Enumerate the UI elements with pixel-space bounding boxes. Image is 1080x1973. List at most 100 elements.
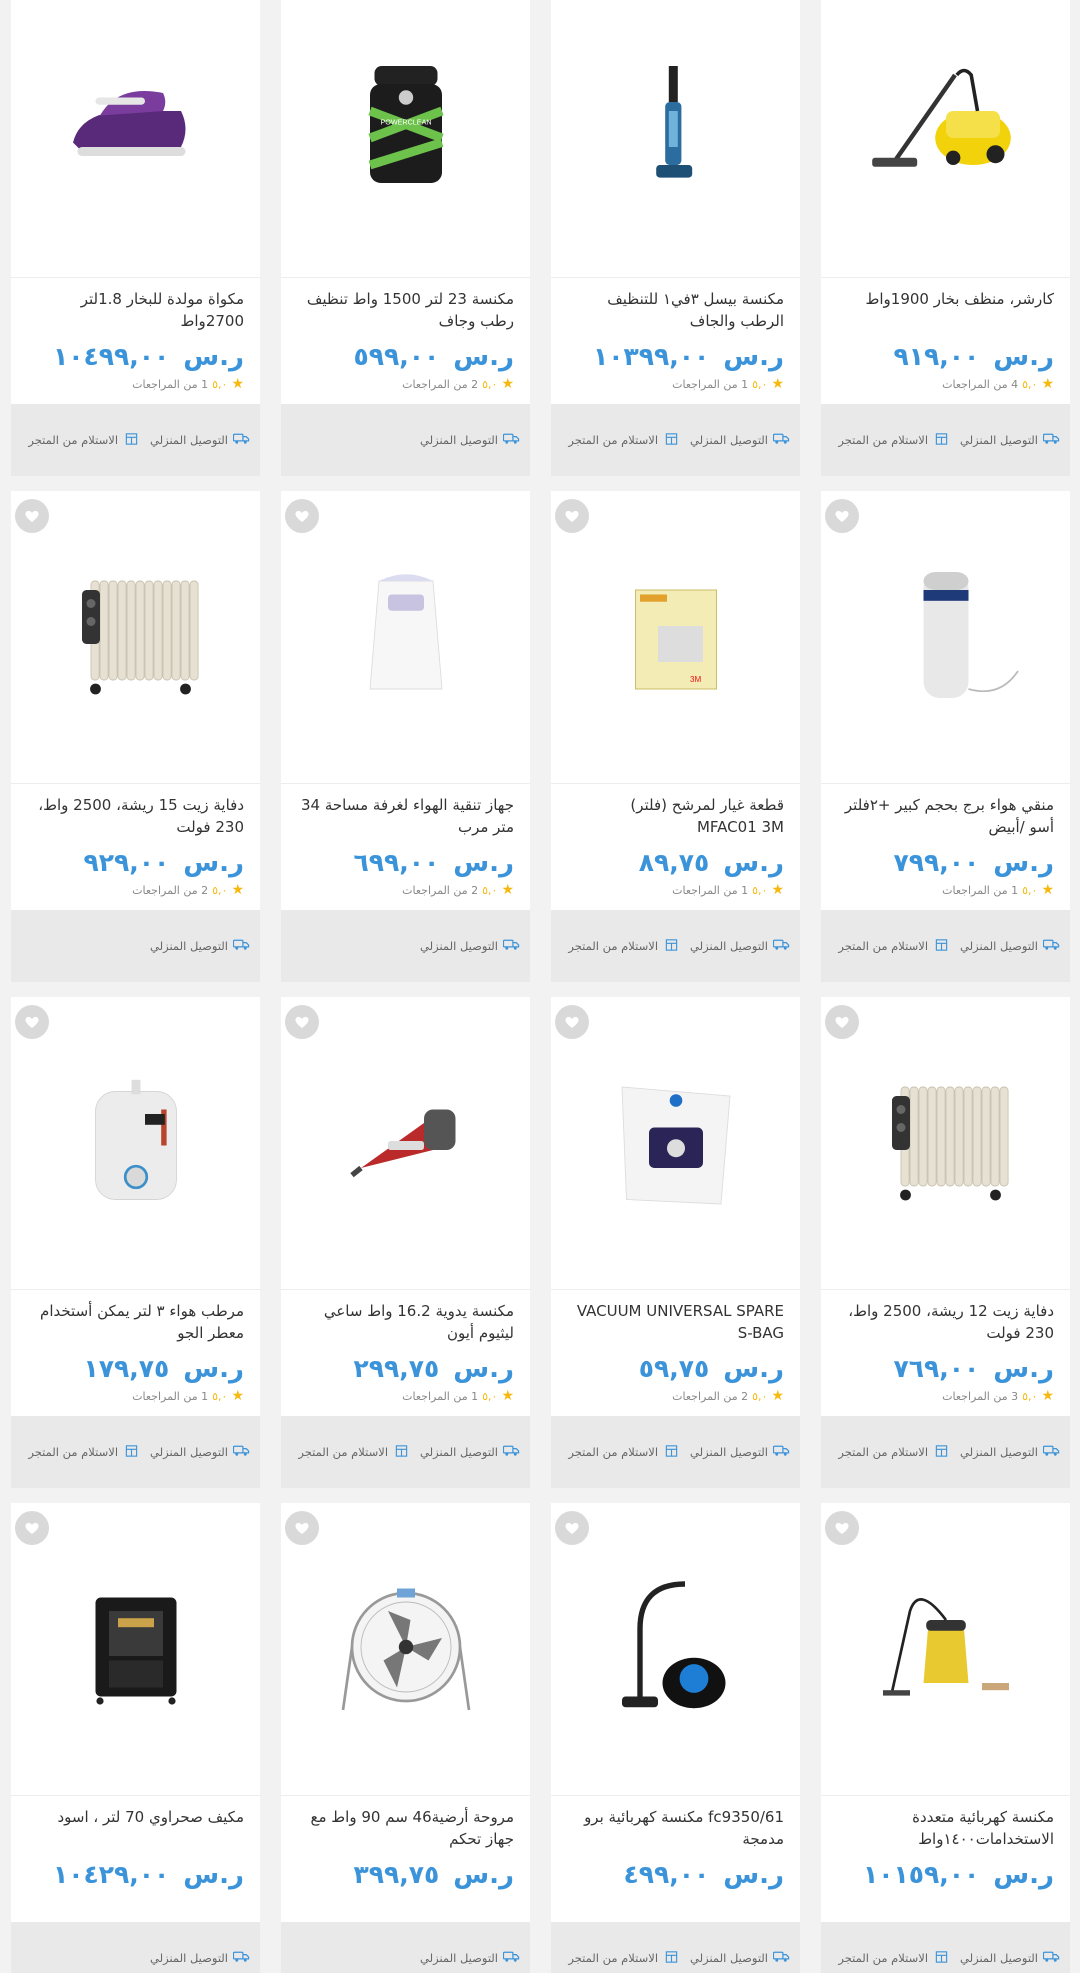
product-card[interactable]: POWERCLEAN مكنسة 23 لتر 1500 واط تنظيف رط… bbox=[281, 0, 530, 476]
product-image[interactable] bbox=[586, 1066, 766, 1220]
wishlist-heart-icon[interactable] bbox=[825, 1511, 859, 1545]
product-image[interactable] bbox=[46, 560, 226, 714]
product-image-area[interactable] bbox=[11, 997, 260, 1290]
product-card[interactable]: دفاية زيت 12 ريشة، 2500 واط، 230 فولت ر.س… bbox=[821, 997, 1070, 1488]
store-icon bbox=[393, 1444, 410, 1460]
product-image-area[interactable] bbox=[821, 0, 1070, 278]
product-price: ر.س ٥٩٩,٠٠ bbox=[297, 342, 514, 372]
product-title[interactable]: جهاز تنقية الهواء لغرفة مساحة 34 متر مرب bbox=[297, 794, 514, 840]
product-image-area[interactable] bbox=[821, 1503, 1070, 1796]
delivery-label: التوصيل المنزلي bbox=[150, 433, 228, 447]
product-card[interactable]: مكنسة بيسل ٣في١ للتنظيف الرطب والجاف ر.س ١… bbox=[551, 0, 800, 476]
product-image[interactable]: 3M bbox=[586, 560, 766, 714]
product-info: مكيف صحراوي 70 لتر ، اسود ر.س ١٠٤٢٩,٠٠ bbox=[11, 1796, 260, 1922]
wishlist-heart-icon[interactable] bbox=[825, 499, 859, 533]
product-image-area[interactable] bbox=[281, 997, 530, 1290]
product-image[interactable] bbox=[856, 1066, 1036, 1220]
product-image-area[interactable] bbox=[821, 997, 1070, 1290]
product-card[interactable]: fc9350/61 مكنسة كهربائية برو مدمجة ر.س ٤٩٩… bbox=[551, 1503, 800, 1973]
product-image-area[interactable]: 3M bbox=[551, 491, 800, 784]
product-image-area[interactable] bbox=[551, 0, 800, 278]
truck-icon bbox=[1042, 939, 1060, 954]
wishlist-heart-icon[interactable] bbox=[555, 499, 589, 533]
fulfillment-options: التوصيل المنزلي bbox=[281, 910, 530, 982]
wishlist-heart-icon[interactable] bbox=[285, 499, 319, 533]
product-card[interactable]: مكيف صحراوي 70 لتر ، اسود ر.س ١٠٤٢٩,٠٠ التو… bbox=[11, 1503, 260, 1973]
currency-label: ر.س bbox=[453, 342, 514, 372]
wishlist-heart-icon[interactable] bbox=[285, 1511, 319, 1545]
product-image[interactable] bbox=[316, 1066, 496, 1220]
wishlist-heart-icon[interactable] bbox=[15, 1511, 49, 1545]
product-image[interactable] bbox=[856, 560, 1036, 714]
product-rating: ★ ٥,٠ 1 من المراجعات bbox=[567, 376, 784, 392]
product-title[interactable]: دفاية زيت 12 ريشة، 2500 واط، 230 فولت bbox=[837, 1300, 1054, 1346]
wishlist-heart-icon[interactable] bbox=[285, 1005, 319, 1039]
product-card[interactable]: مرطب هواء ٣ لتر يمكن أستخدام معطر الجو ر.… bbox=[11, 997, 260, 1488]
home-delivery-option: التوصيل المنزلي bbox=[960, 433, 1060, 448]
product-title[interactable]: مكنسة بيسل ٣في١ للتنظيف الرطب والجاف bbox=[567, 288, 784, 334]
product-title[interactable]: مروحة أرضية46 سم 90 واط مع جهاز تحكم bbox=[297, 1806, 514, 1852]
product-image[interactable]: POWERCLEAN bbox=[316, 54, 496, 208]
product-price: ر.س ١٧٩,٧٥ bbox=[27, 1354, 244, 1384]
product-title[interactable]: مكيف صحراوي 70 لتر ، اسود bbox=[27, 1806, 244, 1852]
product-title[interactable]: دفاية زيت 15 ريشة، 2500 واط، 230 فولت bbox=[27, 794, 244, 840]
product-card[interactable]: مكواة مولدة للبخار 1.8لتر 2700واط ر.س ١٠٤٩… bbox=[11, 0, 260, 476]
price-value: ٧٦٩,٠٠ bbox=[893, 1354, 980, 1383]
product-card[interactable]: 3M قطعة غيار لمرشح (فلتر) MFAC01 3M ر.س ٨٩,… bbox=[551, 491, 800, 982]
product-image[interactable] bbox=[46, 1572, 226, 1726]
star-icon: ★ bbox=[771, 1388, 784, 1404]
product-card[interactable]: منقي هواء برج بحجم كبير +٢فلتر أسو /أبيض… bbox=[821, 491, 1070, 982]
product-title[interactable]: مكنسة 23 لتر 1500 واط تنظيف رطب وجاف bbox=[297, 288, 514, 334]
product-image[interactable] bbox=[46, 54, 226, 208]
product-image-area[interactable] bbox=[281, 1503, 530, 1796]
currency-label: ر.س bbox=[993, 342, 1054, 372]
wishlist-heart-icon[interactable] bbox=[555, 1005, 589, 1039]
product-card[interactable]: VACUUM UNIVERSAL SPARE S-BAG ر.س ٥٩,٧٥ ★ ٥,٠… bbox=[551, 997, 800, 1488]
product-rating: ★ ٥,٠ 4 من المراجعات bbox=[837, 376, 1054, 392]
product-title[interactable]: fc9350/61 مكنسة كهربائية برو مدمجة bbox=[567, 1806, 784, 1852]
product-card[interactable]: مكنسة كهربائية متعددة الاستخدامات١٤٠٠واط… bbox=[821, 1503, 1070, 1973]
product-image[interactable] bbox=[316, 560, 496, 714]
product-image-area[interactable] bbox=[11, 1503, 260, 1796]
fulfillment-options: التوصيل المنزلي الاستلام من المتجر bbox=[821, 1416, 1070, 1488]
product-image[interactable] bbox=[856, 1572, 1036, 1726]
product-image[interactable] bbox=[856, 54, 1036, 208]
product-image-area[interactable] bbox=[11, 0, 260, 278]
fulfillment-options: التوصيل المنزلي الاستلام من المتجر bbox=[821, 910, 1070, 982]
product-title[interactable]: منقي هواء برج بحجم كبير +٢فلتر أسو /أبيض bbox=[837, 794, 1054, 840]
price-value: ١٠٤٢٩,٠٠ bbox=[52, 1860, 170, 1889]
wishlist-heart-icon[interactable] bbox=[15, 1005, 49, 1039]
star-icon: ★ bbox=[501, 882, 514, 898]
wishlist-heart-icon[interactable] bbox=[825, 1005, 859, 1039]
rating-score: ٥,٠ bbox=[212, 1389, 228, 1403]
wishlist-heart-icon[interactable] bbox=[15, 499, 49, 533]
product-card[interactable]: دفاية زيت 15 ريشة، 2500 واط، 230 فولت ر.س… bbox=[11, 491, 260, 982]
review-count: 1 من المراجعات bbox=[132, 377, 209, 391]
wishlist-heart-icon[interactable] bbox=[555, 1511, 589, 1545]
price-value: ١٠٤٩٩,٠٠ bbox=[52, 342, 170, 371]
product-card[interactable]: جهاز تنقية الهواء لغرفة مساحة 34 متر مرب… bbox=[281, 491, 530, 982]
rating-score: ٥,٠ bbox=[482, 883, 498, 897]
product-card[interactable]: مكنسة يدوية 16.2 واط ساعي ليثيوم أيون ر.س… bbox=[281, 997, 530, 1488]
product-image[interactable] bbox=[316, 1572, 496, 1726]
truck-icon bbox=[502, 939, 520, 954]
product-image-area[interactable] bbox=[821, 491, 1070, 784]
product-title[interactable]: كارشر، منظف بخار 1900واط bbox=[837, 288, 1055, 334]
product-title[interactable]: قطعة غيار لمرشح (فلتر) MFAC01 3M bbox=[567, 794, 784, 840]
product-image-area[interactable]: POWERCLEAN bbox=[281, 0, 530, 278]
product-title[interactable]: مرطب هواء ٣ لتر يمكن أستخدام معطر الجو bbox=[27, 1300, 244, 1346]
product-title[interactable]: مكنسة كهربائية متعددة الاستخدامات١٤٠٠واط bbox=[837, 1806, 1054, 1852]
product-card[interactable]: مروحة أرضية46 سم 90 واط مع جهاز تحكم ر.س ٣… bbox=[281, 1503, 530, 1973]
product-title[interactable]: VACUUM UNIVERSAL SPARE S-BAG bbox=[567, 1300, 784, 1346]
product-title[interactable]: مكواة مولدة للبخار 1.8لتر 2700واط bbox=[27, 288, 244, 334]
product-image[interactable] bbox=[46, 1066, 226, 1220]
star-icon: ★ bbox=[231, 882, 244, 898]
product-image-area[interactable] bbox=[11, 491, 260, 784]
product-image-area[interactable] bbox=[281, 491, 530, 784]
product-card[interactable]: كارشر، منظف بخار 1900واط ر.س ٩١٩,٠٠ ★ ٥,٠ 4 م… bbox=[821, 0, 1070, 476]
product-image[interactable] bbox=[586, 1572, 766, 1726]
product-title[interactable]: مكنسة يدوية 16.2 واط ساعي ليثيوم أيون bbox=[297, 1300, 514, 1346]
product-image-area[interactable] bbox=[551, 997, 800, 1290]
product-image-area[interactable] bbox=[551, 1503, 800, 1796]
product-image[interactable] bbox=[586, 54, 766, 208]
